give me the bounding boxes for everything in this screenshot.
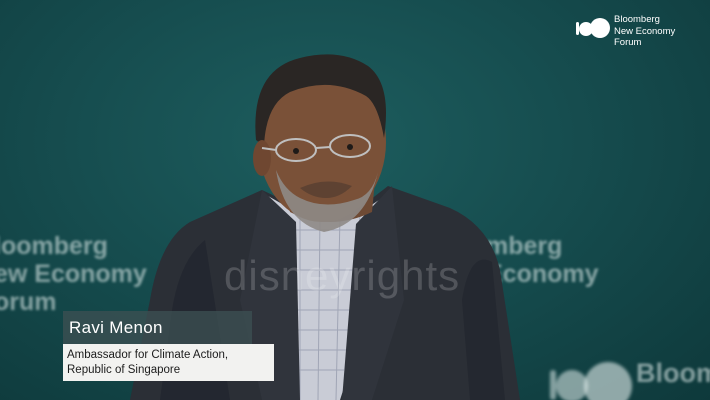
event-logo-text: Bloomberg New Economy Forum: [614, 14, 675, 49]
logo-line: New Economy: [614, 25, 676, 37]
logo-line: Forum: [614, 37, 642, 48]
speaker-title-line: Ambassador for Climate Action,: [67, 349, 229, 361]
speaker-name: Ravi Menon: [63, 311, 252, 344]
logo-line: Bloomberg: [614, 14, 660, 25]
event-logo: Bloomberg New Economy Forum: [576, 14, 675, 49]
video-frame: loomberg ew Economy orum mberg Economy B…: [0, 0, 710, 400]
speaker-title-line: Republic of Singapore: [67, 364, 181, 376]
bloomberg-logo-mark-icon: [576, 18, 610, 38]
watermark-text: disneyrights: [224, 252, 461, 299]
speaker-title: Ambassador for Climate Action, Republic …: [63, 344, 274, 381]
